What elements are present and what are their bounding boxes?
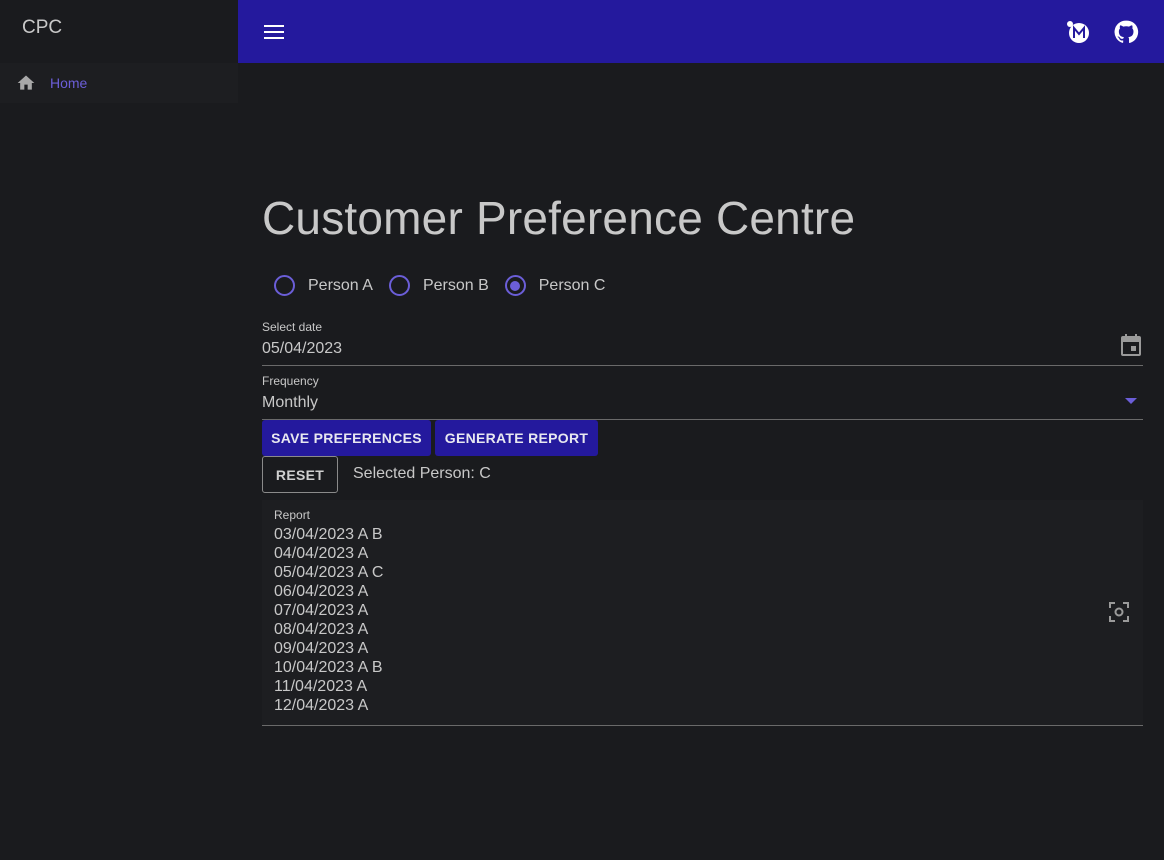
calendar-icon[interactable] (1121, 334, 1141, 361)
radio-person-b[interactable]: Person B (388, 275, 489, 296)
report-line: 03/04/2023 A B (274, 526, 383, 543)
date-field[interactable]: Select date 05/04/2023 (262, 320, 1143, 366)
radio-unchecked-icon (274, 275, 295, 296)
report-line: 10/04/2023 A B (274, 659, 383, 676)
fullscreen-icon[interactable] (1109, 602, 1129, 627)
nav-item-label: Home (50, 75, 88, 91)
radio-checked-icon (504, 275, 526, 296)
nav-item-home[interactable]: Home (0, 63, 238, 103)
menu-icon[interactable] (262, 20, 286, 44)
report-textarea[interactable]: Report 03/04/2023 A B 04/04/2023 A 05/04… (262, 500, 1143, 726)
radio-label: Person B (422, 276, 489, 294)
report-line: 08/04/2023 A (274, 621, 369, 638)
generate-report-button[interactable]: GENERATE REPORT (435, 420, 598, 456)
report-label: Report (274, 508, 311, 522)
frequency-select[interactable]: Frequency Monthly (262, 374, 1143, 420)
radio-person-a[interactable]: Person A (274, 275, 373, 296)
app-bar (238, 0, 1164, 63)
report-line: 04/04/2023 A (274, 545, 369, 562)
frequency-field-value[interactable]: Monthly (262, 394, 1143, 412)
report-line: 06/04/2023 A (274, 583, 369, 600)
radio-unchecked-icon (388, 275, 410, 296)
frequency-field-label: Frequency (262, 374, 319, 388)
report-line: 12/04/2023 A (274, 697, 369, 714)
reset-button[interactable]: RESET (262, 456, 338, 493)
radio-label: Person C (538, 276, 606, 294)
report-line: 11/04/2023 A (274, 678, 368, 695)
radio-person-c[interactable]: Person C (504, 275, 606, 296)
report-line: 05/04/2023 A C (274, 564, 384, 581)
radio-label: Person A (308, 276, 373, 294)
home-icon (16, 73, 36, 93)
dropdown-arrow-icon[interactable] (1125, 391, 1137, 409)
mui-logo-icon[interactable] (1064, 18, 1092, 46)
selected-person-text: Selected Person: C (353, 465, 491, 482)
report-line: 09/04/2023 A (274, 640, 369, 657)
date-field-label: Select date (262, 320, 323, 334)
report-line: 07/04/2023 A (274, 602, 369, 619)
github-icon[interactable] (1112, 18, 1140, 46)
date-field-value[interactable]: 05/04/2023 (262, 340, 1143, 358)
side-drawer: CPC Home (0, 0, 238, 860)
person-radio-group: Person A Person B Person C (274, 275, 621, 296)
save-preferences-button[interactable]: SAVE PREFERENCES (262, 420, 431, 456)
main-content: Customer Preference Centre Person A Pers… (238, 63, 1164, 860)
page-title: Customer Preference Centre (262, 192, 856, 244)
app-title: CPC (22, 16, 63, 38)
